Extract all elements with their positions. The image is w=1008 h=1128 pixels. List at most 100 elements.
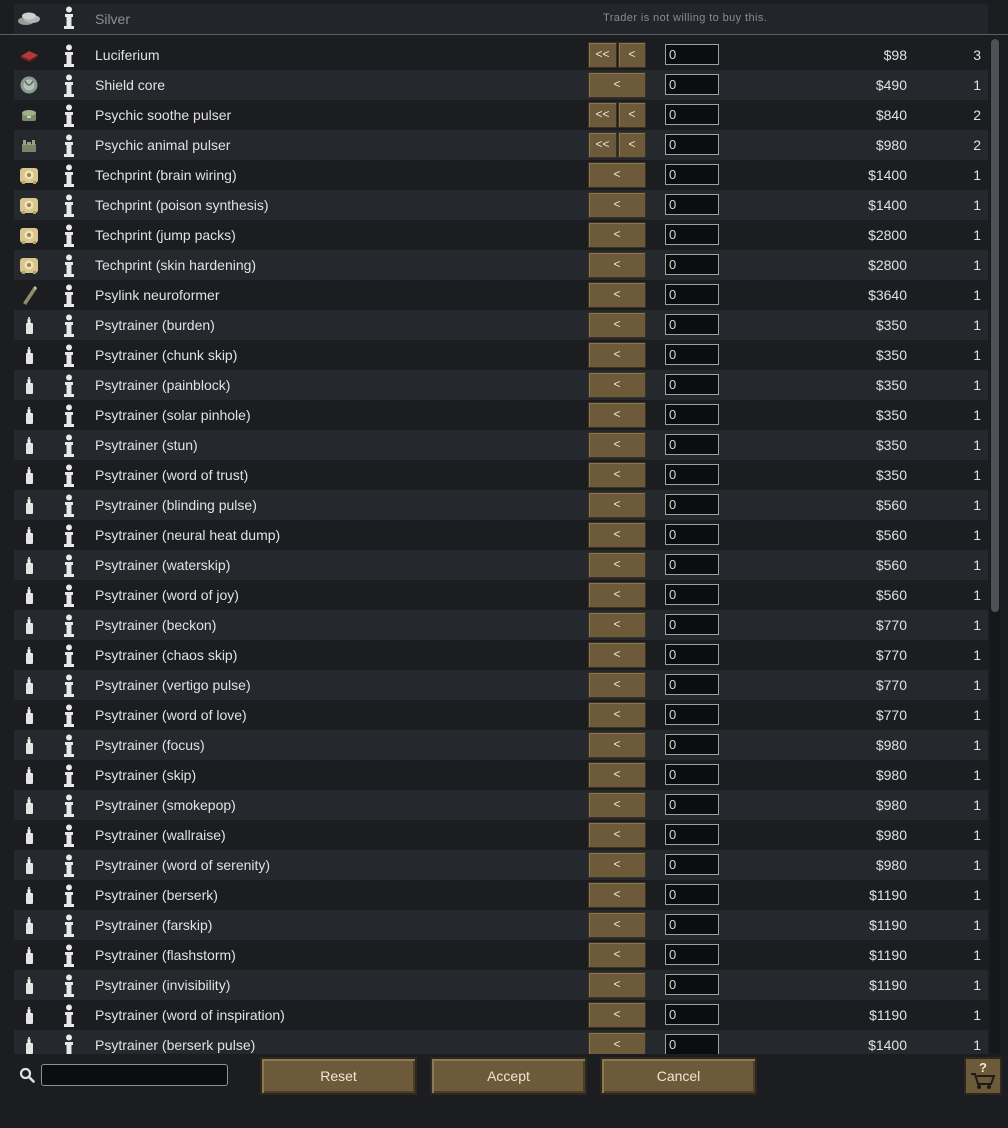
transfer-one-left-button[interactable]: < xyxy=(588,822,646,848)
transfer-one-left-button[interactable]: < xyxy=(588,72,646,98)
transfer-one-left-button[interactable]: < xyxy=(588,372,646,398)
quantity-input[interactable] xyxy=(665,854,719,875)
quantity-input[interactable] xyxy=(665,104,719,125)
transfer-one-left-button[interactable]: < xyxy=(588,522,646,548)
transfer-one-left-button[interactable]: < xyxy=(588,612,646,638)
info-icon[interactable] xyxy=(62,404,76,433)
reset-button[interactable]: Reset xyxy=(260,1057,417,1095)
quantity-input[interactable] xyxy=(665,314,719,335)
info-icon[interactable] xyxy=(62,374,76,403)
info-icon[interactable] xyxy=(62,884,76,913)
info-icon[interactable] xyxy=(62,224,76,253)
trade-item-list[interactable]: Luciferium<<<$983Shield core<$4901Psychi… xyxy=(14,40,988,1054)
transfer-one-left-button[interactable]: < xyxy=(588,912,646,938)
info-icon[interactable] xyxy=(62,314,76,343)
transfer-one-left-button[interactable]: < xyxy=(588,582,646,608)
transfer-one-left-button[interactable]: < xyxy=(618,102,646,128)
quantity-input[interactable] xyxy=(665,194,719,215)
transfer-one-left-button[interactable]: < xyxy=(588,852,646,878)
transfer-one-left-button[interactable]: < xyxy=(588,732,646,758)
info-icon[interactable] xyxy=(62,284,76,313)
info-icon[interactable] xyxy=(62,74,76,103)
quantity-input[interactable] xyxy=(665,974,719,995)
quantity-input[interactable] xyxy=(665,164,719,185)
info-icon[interactable] xyxy=(62,104,76,133)
info-icon[interactable] xyxy=(62,854,76,883)
info-icon[interactable] xyxy=(62,254,76,283)
quantity-input[interactable] xyxy=(665,674,719,695)
info-icon[interactable] xyxy=(62,614,76,643)
quantity-input[interactable] xyxy=(665,344,719,365)
cancel-button[interactable]: Cancel xyxy=(600,1057,757,1095)
transfer-one-left-button[interactable]: < xyxy=(588,1032,646,1054)
info-icon[interactable] xyxy=(62,344,76,373)
quantity-input[interactable] xyxy=(665,884,719,905)
transfer-one-left-button[interactable]: < xyxy=(618,42,646,68)
transfer-one-left-button[interactable]: < xyxy=(588,702,646,728)
quantity-input[interactable] xyxy=(665,254,719,275)
info-icon[interactable] xyxy=(62,494,76,523)
transfer-one-left-button[interactable]: < xyxy=(588,762,646,788)
transfer-one-left-button[interactable]: < xyxy=(588,282,646,308)
transfer-one-left-button[interactable]: < xyxy=(588,162,646,188)
transfer-one-left-button[interactable]: < xyxy=(588,552,646,578)
quantity-input[interactable] xyxy=(665,944,719,965)
transfer-one-left-button[interactable]: < xyxy=(588,492,646,518)
quantity-input[interactable] xyxy=(665,1034,719,1054)
accept-button[interactable]: Accept xyxy=(430,1057,587,1095)
transfer-one-left-button[interactable]: < xyxy=(588,462,646,488)
info-icon[interactable] xyxy=(62,764,76,793)
quantity-input[interactable] xyxy=(665,1004,719,1025)
info-icon[interactable] xyxy=(62,1034,76,1054)
transfer-one-left-button[interactable]: < xyxy=(588,222,646,248)
info-icon[interactable] xyxy=(62,554,76,583)
quantity-input[interactable] xyxy=(665,554,719,575)
transfer-all-left-button[interactable]: << xyxy=(588,42,617,68)
info-icon[interactable] xyxy=(62,944,76,973)
transfer-one-left-button[interactable]: < xyxy=(588,942,646,968)
quantity-input[interactable] xyxy=(665,614,719,635)
info-icon[interactable] xyxy=(62,134,76,163)
info-icon[interactable] xyxy=(62,674,76,703)
info-icon[interactable] xyxy=(62,194,76,223)
info-icon[interactable] xyxy=(62,914,76,943)
info-icon[interactable] xyxy=(62,824,76,853)
info-icon[interactable] xyxy=(62,734,76,763)
transfer-one-left-button[interactable]: < xyxy=(588,642,646,668)
transfer-one-left-button[interactable]: < xyxy=(588,432,646,458)
quantity-input[interactable] xyxy=(665,794,719,815)
quantity-input[interactable] xyxy=(665,44,719,65)
quantity-input[interactable] xyxy=(665,704,719,725)
transfer-one-left-button[interactable]: < xyxy=(618,132,646,158)
quantity-input[interactable] xyxy=(665,494,719,515)
quantity-input[interactable] xyxy=(665,284,719,305)
transfer-one-left-button[interactable]: < xyxy=(588,972,646,998)
quantity-input[interactable] xyxy=(665,464,719,485)
transfer-one-left-button[interactable]: < xyxy=(588,252,646,278)
info-icon[interactable] xyxy=(62,704,76,733)
transfer-one-left-button[interactable]: < xyxy=(588,1002,646,1028)
transfer-one-left-button[interactable]: < xyxy=(588,192,646,218)
transfer-one-left-button[interactable]: < xyxy=(588,402,646,428)
quantity-input[interactable] xyxy=(665,374,719,395)
info-icon[interactable] xyxy=(62,464,76,493)
quantity-input[interactable] xyxy=(665,224,719,245)
search-input[interactable] xyxy=(41,1064,228,1086)
info-icon[interactable] xyxy=(62,6,76,35)
quantity-input[interactable] xyxy=(665,824,719,845)
transfer-one-left-button[interactable]: < xyxy=(588,312,646,338)
quantity-input[interactable] xyxy=(665,764,719,785)
info-icon[interactable] xyxy=(62,974,76,1003)
transfer-one-left-button[interactable]: < xyxy=(588,882,646,908)
quantity-input[interactable] xyxy=(665,914,719,935)
scrollbar-thumb[interactable] xyxy=(991,39,999,612)
trade-cart-help-button[interactable]: ? xyxy=(964,1057,1002,1095)
info-icon[interactable] xyxy=(62,1004,76,1033)
transfer-one-left-button[interactable]: < xyxy=(588,792,646,818)
info-icon[interactable] xyxy=(62,584,76,613)
quantity-input[interactable] xyxy=(665,74,719,95)
transfer-one-left-button[interactable]: < xyxy=(588,342,646,368)
quantity-input[interactable] xyxy=(665,644,719,665)
info-icon[interactable] xyxy=(62,644,76,673)
info-icon[interactable] xyxy=(62,434,76,463)
